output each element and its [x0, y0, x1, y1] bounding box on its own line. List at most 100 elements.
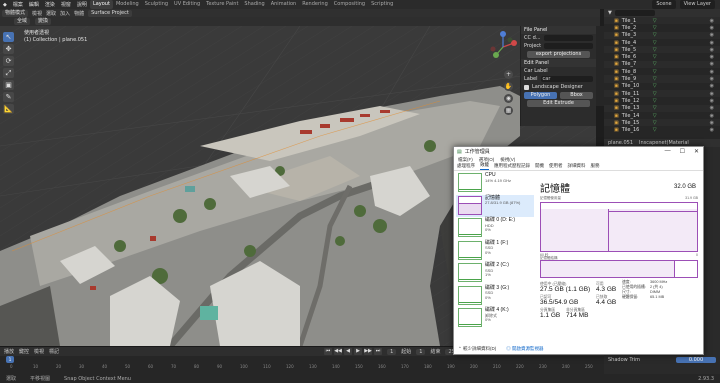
bbox-button[interactable]: Bbox	[560, 91, 593, 99]
surface-project-toggle[interactable]: Surface Project	[88, 9, 132, 17]
outliner-item[interactable]: ▣ Tile_9 ▽ ◉	[604, 75, 720, 83]
measure-tool-icon[interactable]: 📐	[3, 104, 14, 114]
visibility-eye-icon[interactable]: ◉	[710, 76, 714, 82]
rotate-tool-icon[interactable]: ⟳	[3, 56, 14, 66]
tab-users[interactable]: 使用者	[549, 163, 563, 170]
pan-hand-icon[interactable]: ✋	[504, 82, 513, 91]
perf-sidebar-item[interactable]: CPU 14% 4.19 GHz	[456, 172, 534, 195]
workspace-tab-scripting[interactable]: Scripting	[368, 0, 396, 9]
tm-menu-file[interactable]: 檔案(F)	[458, 157, 473, 163]
tab-details[interactable]: 詳細資料	[568, 163, 586, 170]
resource-monitor-link[interactable]: ◎ 開啟資源監視器	[506, 346, 543, 352]
filter-icon[interactable]: ▼	[608, 10, 612, 16]
timeline-scrubber[interactable]: 1 0 10 20 30 40 50 60 70 80 90 100 110 120 130 140 150 1…	[0, 356, 604, 375]
outliner-item[interactable]: ▣ Tile_4 ▽ ◉	[604, 39, 720, 46]
workspace-tab-animation[interactable]: Animation	[268, 0, 300, 9]
workspace-tab-sculpting[interactable]: Sculpting	[142, 0, 171, 9]
perf-sidebar-item[interactable]: 磁碟 2 (C:) SSD 1%	[456, 262, 534, 285]
file-panel-header[interactable]: File Panel	[521, 26, 596, 34]
workspace-tab-layout[interactable]: Layout	[89, 0, 113, 9]
edit-panel-header[interactable]: Edit Panel	[521, 59, 596, 67]
select-tool-icon[interactable]: ↖	[3, 32, 14, 42]
visibility-eye-icon[interactable]: ◉	[710, 113, 714, 119]
play-reverse-icon[interactable]: ◀	[344, 348, 353, 355]
view-layer-selector[interactable]: View Layer	[679, 0, 715, 9]
visibility-eye-icon[interactable]: ◉	[710, 54, 714, 60]
timeline-menu-playback[interactable]: 播放	[4, 348, 14, 355]
workspace-tab-texture-paint[interactable]: Texture Paint	[203, 0, 241, 9]
menu-view[interactable]: 檢視	[32, 10, 42, 17]
perf-sidebar-item[interactable]: 記憶體 27.8/31.9 GB (87%)	[456, 194, 534, 217]
grid-icon[interactable]: ▦	[504, 106, 513, 115]
outliner-item[interactable]: ▣ Tile_1 ▽ ◉	[604, 17, 720, 25]
menu-select[interactable]: 選取	[46, 10, 56, 17]
outliner-item[interactable]: ▣ Tile_6 ▽ ◉	[604, 53, 720, 60]
label-value-input[interactable]: car	[540, 76, 593, 82]
close-icon[interactable]: ✕	[694, 148, 699, 155]
jump-start-icon[interactable]: ⏮	[324, 348, 333, 355]
mode-dropdown[interactable]: 物體模式	[2, 9, 29, 17]
transform-orientation-dropdown[interactable]: 全域	[14, 18, 31, 25]
timeline-menu-marker[interactable]: 標記	[49, 348, 59, 355]
zoom-icon[interactable]: +	[504, 70, 513, 79]
fewer-details-button[interactable]: ⌃ 較少詳細資料(D)	[458, 346, 496, 352]
workspace-tab-compositing[interactable]: Compositing	[331, 0, 368, 9]
tab-performance[interactable]: 效能	[480, 162, 489, 170]
visibility-eye-icon[interactable]: ◉	[710, 47, 714, 53]
n-panel-tabs[interactable]	[596, 26, 604, 106]
visibility-eye-icon[interactable]: ◉	[710, 18, 714, 24]
next-key-icon[interactable]: ▶▶	[364, 348, 373, 355]
maximize-icon[interactable]: ☐	[680, 148, 685, 155]
workspace-tab-shading[interactable]: Shading	[241, 0, 267, 9]
move-tool-icon[interactable]: ✥	[3, 44, 14, 54]
menu-file[interactable]: 檔案	[10, 1, 26, 8]
outliner-item[interactable]: ▣ Tile_3 ▽ ◉	[604, 31, 720, 39]
outliner-item[interactable]: ▣ Tile_14 ▽ ◉	[604, 112, 720, 119]
outliner-item[interactable]: ▣ Tile_7 ▽ ◉	[604, 60, 720, 69]
visibility-eye-icon[interactable]: ◉	[710, 32, 714, 38]
scale-tool-icon[interactable]: ⤢	[3, 68, 14, 78]
outliner-item[interactable]: ▣ Tile_12 ▽ ◉	[604, 97, 720, 104]
timeline-menu-view[interactable]: 檢視	[34, 348, 44, 355]
export-projections-button[interactable]: export projections	[527, 51, 590, 58]
visibility-eye-icon[interactable]: ◉	[710, 61, 714, 67]
perf-sidebar-item[interactable]: 磁碟 4 (K:) 卸除式 0%	[456, 307, 534, 330]
visibility-eye-icon[interactable]: ◉	[710, 69, 714, 75]
start-frame-field[interactable]: 1	[416, 348, 426, 355]
perf-sidebar-item[interactable]: 磁碟 1 (F:) SSD 0%	[456, 240, 534, 263]
project-path-input[interactable]	[544, 43, 593, 49]
polygon-button[interactable]: Polygon	[524, 91, 557, 99]
timeline-menu-keying[interactable]: 鍵控	[19, 348, 29, 355]
annotate-tool-icon[interactable]: ✎	[3, 92, 14, 102]
outliner-item[interactable]: ▣ Tile_15 ▽ ◉	[604, 119, 720, 127]
visibility-eye-icon[interactable]: ◉	[710, 127, 714, 133]
menu-add[interactable]: 加入	[60, 10, 70, 17]
visibility-eye-icon[interactable]: ◉	[710, 98, 714, 104]
outliner-item[interactable]: ▣ Tile_11 ▽ ◉	[604, 89, 720, 98]
prev-key-icon[interactable]: ◀◀	[334, 348, 343, 355]
visibility-eye-icon[interactable]: ◉	[710, 91, 714, 97]
minimize-icon[interactable]: —	[665, 148, 671, 155]
transform-tool-icon[interactable]: ▣	[3, 80, 14, 90]
play-icon[interactable]: ▶	[354, 348, 363, 355]
landscape-checkbox-icon[interactable]	[524, 84, 529, 90]
outliner-item[interactable]: ▣ Tile_5 ▽ ◉	[604, 46, 720, 54]
menu-render[interactable]: 渲染	[42, 1, 58, 8]
menu-edit[interactable]: 編輯	[26, 1, 42, 8]
edit-extrude-button[interactable]: Edit Extrude	[527, 100, 590, 107]
outliner-item[interactable]: ▣ Tile_2 ▽ ◉	[604, 24, 720, 31]
tab-app-history[interactable]: 應用程式歷程記錄	[494, 163, 530, 170]
tm-menu-view[interactable]: 檢視(V)	[500, 157, 515, 163]
visibility-eye-icon[interactable]: ◉	[710, 120, 714, 126]
tab-services[interactable]: 服務	[591, 163, 600, 170]
visibility-eye-icon[interactable]: ◉	[710, 25, 714, 31]
menu-window[interactable]: 視窗	[58, 1, 74, 8]
scene-selector[interactable]: Scene	[652, 0, 676, 9]
workspace-tab-uv-editing[interactable]: UV Editing	[171, 0, 203, 9]
outliner-item[interactable]: ▣ Tile_8 ▽ ◉	[604, 68, 720, 75]
outliner-search-input[interactable]	[614, 10, 655, 16]
visibility-eye-icon[interactable]: ◉	[710, 40, 714, 46]
jump-end-icon[interactable]: ⏭	[374, 348, 383, 355]
playhead[interactable]: 1	[6, 356, 14, 363]
outliner-item[interactable]: ▣ Tile_13 ▽ ◉	[604, 104, 720, 112]
